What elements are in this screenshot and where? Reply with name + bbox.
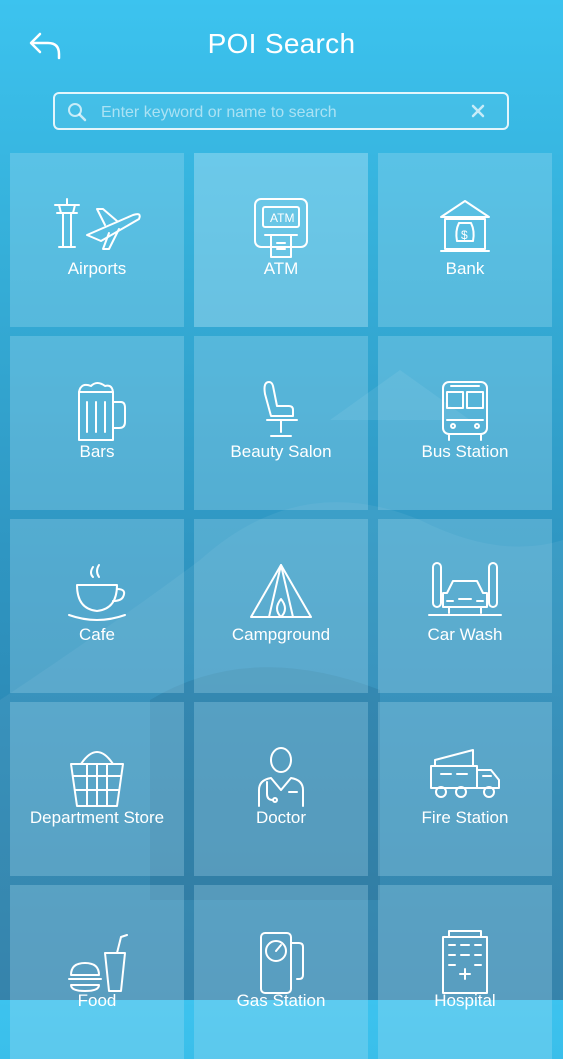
category-fire-station[interactable]: Fire Station (378, 702, 552, 876)
category-label: Cafe (79, 625, 115, 644)
category-label: Gas Station (236, 991, 326, 1010)
category-car-wash[interactable]: Car Wash (378, 519, 552, 693)
coffee-cup-icon (68, 564, 126, 621)
category-label: Department Store (29, 808, 165, 827)
page-title: POI Search (207, 28, 356, 59)
category-label: Fire Station (421, 808, 509, 827)
category-beauty-salon[interactable]: Beauty Salon (194, 336, 368, 510)
category-airports[interactable]: Airports (10, 153, 184, 327)
category-label: Bars (79, 442, 115, 461)
category-campground[interactable]: Campground (194, 519, 368, 693)
svg-text:$: $ (461, 228, 468, 242)
category-label: Airports (67, 259, 127, 278)
svg-text:ATM: ATM (270, 211, 294, 225)
category-label: Doctor (255, 808, 307, 827)
category-bars[interactable]: Bars (10, 336, 184, 510)
doctor-icon (258, 747, 304, 807)
category-cafe[interactable]: Cafe (10, 519, 184, 693)
search-bar (53, 92, 509, 130)
category-food[interactable]: Food (10, 885, 184, 1059)
header: POI Search (0, 0, 563, 90)
hospital-building-icon (442, 930, 488, 994)
burger-drink-icon (68, 934, 128, 992)
gas-pump-icon (260, 932, 304, 994)
category-department-store[interactable]: Department Store (10, 702, 184, 876)
airport-icon (54, 198, 141, 250)
category-bank[interactable]: $ Bank (378, 153, 552, 327)
category-hospital[interactable]: Hospital (378, 885, 552, 1059)
category-label: Campground (231, 625, 331, 644)
category-label: Car Wash (427, 625, 503, 644)
tent-icon (250, 564, 312, 618)
category-label: Beauty Salon (230, 442, 332, 461)
shopping-basket-icon (70, 751, 124, 807)
category-doctor[interactable]: Doctor (194, 702, 368, 876)
category-label: Food (77, 991, 117, 1010)
bus-icon (442, 381, 488, 441)
search-icon (68, 103, 87, 122)
category-label: Bus Station (421, 442, 509, 461)
bank-icon: $ (440, 200, 490, 252)
car-wash-icon (428, 562, 502, 616)
category-label: Hospital (434, 991, 496, 1010)
category-label: ATM (263, 259, 299, 278)
salon-chair-icon (263, 381, 298, 437)
fire-truck-icon (430, 749, 500, 798)
beer-mug-icon (78, 382, 126, 441)
atm-icon: ATM (254, 198, 308, 258)
category-gas-station[interactable]: Gas Station (194, 885, 368, 1059)
category-atm[interactable]: ATM ATM (194, 153, 368, 327)
category-label: Bank (445, 259, 485, 278)
clear-icon[interactable] (469, 102, 487, 120)
search-input[interactable] (99, 100, 463, 126)
category-bus-station[interactable]: Bus Station (378, 336, 552, 510)
